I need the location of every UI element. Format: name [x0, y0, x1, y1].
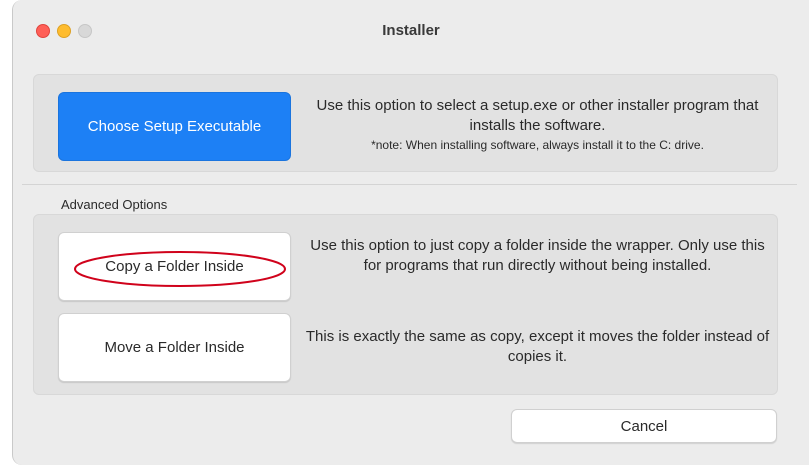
advanced-options-label: Advanced Options	[61, 197, 168, 212]
choose-setup-executable-button[interactable]: Choose Setup Executable	[58, 92, 291, 161]
move-folder-description: This is exactly the same as copy, except…	[305, 328, 770, 365]
copy-folder-description: Use this option to just copy a folder in…	[310, 237, 765, 274]
title-bar[interactable]: Installer	[13, 0, 809, 58]
setup-description-block: Use this option to select a setup.exe or…	[305, 96, 770, 154]
window-title: Installer	[382, 22, 440, 39]
move-folder-inside-button[interactable]: Move a Folder Inside	[58, 313, 291, 382]
setup-note: *note: When installing software, always …	[371, 138, 704, 152]
section-separator	[22, 184, 797, 185]
setup-description: Use this option to select a setup.exe or…	[316, 97, 759, 134]
cancel-button[interactable]: Cancel	[511, 409, 777, 443]
copy-folder-inside-button[interactable]: Copy a Folder Inside	[58, 232, 291, 301]
